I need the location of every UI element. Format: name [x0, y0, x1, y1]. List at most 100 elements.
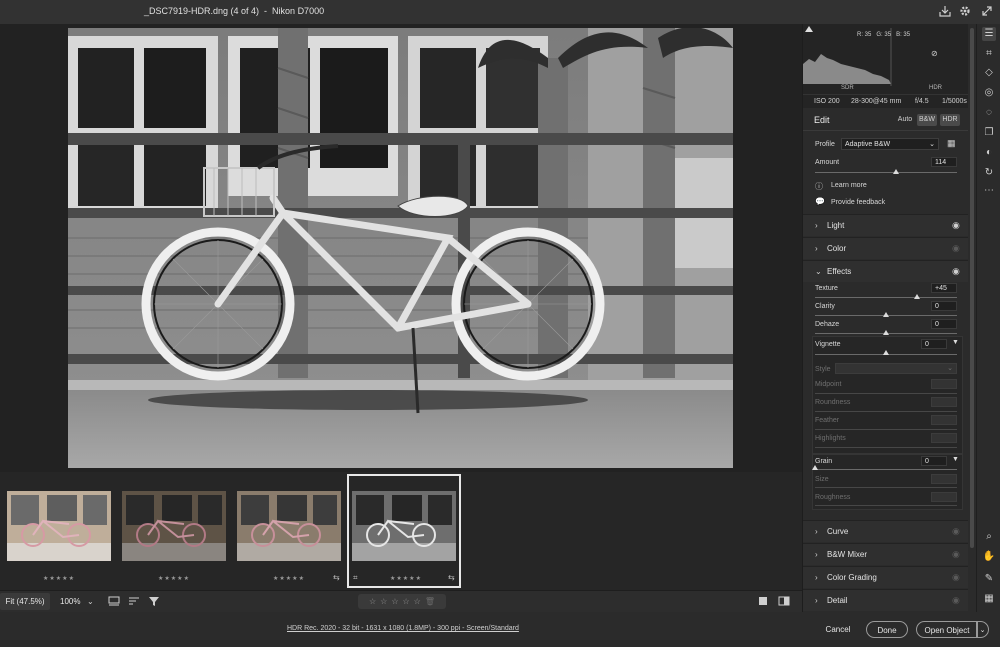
profile-dropdown[interactable]: Adaptive B&W ⌄ [841, 138, 939, 150]
midpoint-label: Midpoint [815, 381, 842, 388]
thumb-image [352, 491, 456, 561]
size-label: Size [815, 476, 829, 483]
image-canvas[interactable] [0, 24, 802, 472]
vignette-expand-icon[interactable]: ▼ [952, 339, 959, 346]
filmstrip-thumb-1[interactable]: ★★★★★ [2, 474, 116, 588]
open-options-chevron-icon[interactable]: ⌄ [976, 621, 989, 638]
exif-aperture: f/4.5 [915, 98, 929, 105]
rating-value[interactable]: ☆☆☆☆☆ [369, 597, 425, 606]
section-detail[interactable]: › Detail ◉ [803, 589, 969, 611]
section-curve[interactable]: › Curve ◉ [803, 520, 969, 542]
zoom-tool-icon[interactable]: ⌕ [982, 530, 996, 544]
eye-icon[interactable]: ◉ [952, 595, 960, 606]
filmstrip-toggle-icon[interactable] [108, 595, 120, 610]
filmstrip-thumb-3[interactable]: ★★★★★ ⇆ [232, 474, 346, 588]
thumb-rating[interactable]: ★★★★★ [2, 575, 116, 582]
thumb-rating[interactable]: ★★★★★ [117, 575, 231, 582]
rgb-readout: R: 35 G: 35 B: 35 [857, 32, 910, 38]
workflow-options-link[interactable]: HDR Rec. 2020 - 32 bit - 1631 x 1080 (1.… [287, 625, 519, 632]
grain-value[interactable]: 0 [921, 456, 947, 466]
grain-expand-icon[interactable]: ▼ [952, 456, 959, 463]
filmstrip-thumb-4-selected[interactable]: ★★★★★ ⌗ ⇆ [347, 474, 461, 588]
more-icon[interactable]: ⋯ [982, 184, 996, 198]
provide-feedback-link[interactable]: Provide feedback [831, 199, 885, 206]
learn-more-link[interactable]: Learn more [831, 182, 867, 189]
presets-icon[interactable]: ◐ [982, 146, 996, 160]
profile-browser-icon[interactable]: ▦ [947, 138, 956, 149]
roughness-slider [815, 505, 957, 506]
amount-slider-thumb[interactable] [892, 169, 899, 174]
vignette-slider-thumb[interactable] [883, 350, 889, 355]
vignette-value[interactable]: 0 [921, 339, 947, 349]
amount-value[interactable]: 114 [931, 157, 957, 167]
trash-icon[interactable]: 🗑 [425, 597, 435, 606]
section-color-grading[interactable]: › Color Grading ◉ [803, 566, 969, 588]
texture-slider-thumb[interactable] [914, 294, 921, 299]
zoom-dropdown-icon[interactable]: ⌄ [87, 597, 94, 606]
fit-zoom-button[interactable]: Fit (47.5%) [0, 593, 50, 610]
section-color[interactable]: › Color ◉ [803, 237, 969, 259]
hdr-button[interactable]: HDR [940, 114, 960, 126]
masking-icon[interactable]: ◌ [982, 106, 996, 120]
dehaze-value[interactable]: 0 [931, 319, 957, 329]
save-icon[interactable] [938, 4, 952, 18]
cancel-button[interactable]: Cancel [816, 621, 860, 638]
clarity-slider-thumb[interactable] [883, 312, 889, 317]
edited-badge-icon: ⇆ [333, 573, 340, 582]
info-icon: ⓘ [815, 182, 823, 191]
clarity-value[interactable]: 0 [931, 301, 957, 311]
before-after-icon[interactable] [778, 595, 790, 610]
eye-icon[interactable]: ◉ [952, 526, 960, 537]
eye-icon[interactable]: ◉ [952, 572, 960, 583]
filmstrip-thumb-2[interactable]: ★★★★★ [117, 474, 231, 588]
auto-button[interactable]: Auto [895, 114, 915, 126]
panel-scrollbar[interactable] [968, 24, 976, 612]
grain-slider-thumb[interactable] [812, 465, 818, 470]
eye-icon[interactable]: ◉ [952, 549, 960, 560]
section-light[interactable]: › Light ◉ [803, 214, 969, 236]
rating-stars[interactable]: ☆☆☆☆☆🗑 [358, 594, 446, 609]
red-eye-icon[interactable]: ◎ [982, 86, 996, 100]
snapshots-icon[interactable]: ↻ [982, 166, 996, 180]
gear-icon[interactable] [958, 4, 972, 18]
scrollbar-thumb[interactable] [970, 28, 974, 548]
texture-value[interactable]: +45 [931, 283, 957, 293]
chevron-right-icon: › [815, 221, 818, 230]
section-bw-mixer[interactable]: › B&W Mixer ◉ [803, 543, 969, 565]
section-effects[interactable]: ⌄ Effects ◉ [803, 260, 969, 282]
hdr-clipping-icon[interactable]: ⊘ [931, 49, 938, 58]
edit-sliders-icon[interactable]: ☰ [982, 27, 996, 41]
section-light-label: Light [827, 221, 845, 230]
thumb-rating[interactable]: ★★★★★ [232, 575, 346, 582]
sort-icon[interactable] [128, 595, 140, 610]
bw-button[interactable]: B&W [917, 114, 937, 126]
profile-label: Profile [815, 141, 835, 148]
grain-slider[interactable] [815, 469, 957, 470]
exif-iso: ISO 200 [814, 98, 840, 105]
exif-lens: 28-300@45 mm [851, 98, 902, 105]
layers-icon[interactable]: ❐ [982, 126, 996, 140]
eyedropper-icon[interactable]: ✎ [982, 572, 996, 586]
filter-icon[interactable] [148, 595, 160, 610]
single-view-icon[interactable] [757, 595, 769, 610]
hand-tool-icon[interactable]: ✋ [982, 550, 996, 564]
section-effects-label: Effects [827, 267, 852, 276]
main-photo[interactable] [68, 28, 733, 468]
crop-icon[interactable]: ⌗ [982, 47, 996, 61]
eye-icon[interactable]: ◉ [952, 266, 960, 277]
done-button[interactable]: Done [866, 621, 908, 638]
amount-slider[interactable] [815, 172, 957, 173]
thumb-rating[interactable]: ★★★★★ [349, 575, 463, 582]
open-object-button[interactable]: Open Object [916, 621, 978, 638]
midpoint-value [931, 379, 957, 389]
style-dropdown[interactable]: ⌄ [835, 363, 957, 374]
eraser-icon[interactable]: ◇ [982, 66, 996, 80]
eye-icon[interactable]: ◉ [952, 243, 960, 254]
zoom-100-button[interactable]: 100% [60, 597, 80, 606]
texture-slider[interactable] [815, 297, 957, 298]
dehaze-slider-thumb[interactable] [883, 330, 889, 335]
thumb-image [7, 491, 111, 561]
eye-icon[interactable]: ◉ [952, 220, 960, 231]
fullscreen-icon[interactable] [980, 4, 994, 18]
grid-overlay-icon[interactable]: ▦ [982, 592, 996, 606]
